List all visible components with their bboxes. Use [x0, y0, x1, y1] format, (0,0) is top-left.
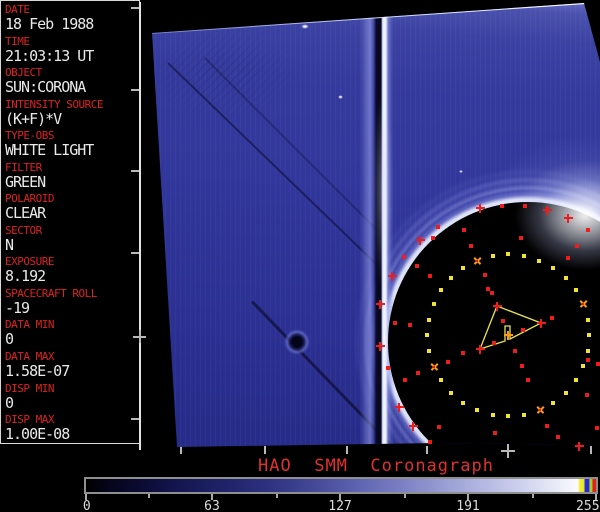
bottom-axis-tick [426, 446, 428, 454]
left-axis-tick [131, 170, 139, 172]
colorbar-tick-label: 127 [328, 499, 352, 512]
metadata-label: FILTER [5, 160, 42, 174]
metadata-value: 8.192 [5, 267, 46, 286]
metadata-label: SPACECRAFT ROLL [5, 286, 97, 300]
metadata-value: WHITE LIGHT [5, 141, 94, 160]
metadata-value: SUN:CORONA [5, 78, 86, 97]
metadata-field: SPACECRAFT ROLL -19 [5, 287, 139, 319]
coronagraph-viewer-window: DATE 18 Feb 1988 TIME 21:03:13 UT OBJECT SUN:… [0, 0, 600, 512]
metadata-value: GREEN [5, 172, 46, 191]
bottom-axis-tick [346, 446, 348, 454]
metadata-value: CLEAR [5, 204, 46, 223]
image-left-axis [139, 2, 141, 450]
metadata-value: 0 [5, 330, 14, 349]
colorbar-minor-tick [404, 494, 406, 498]
star-spot [459, 169, 463, 173]
metadata-label: TIME [5, 34, 30, 48]
star-spot [301, 23, 309, 29]
colorbar-tick-label: 0 [82, 499, 91, 512]
left-axis-tick [131, 418, 139, 420]
metadata-value: 1.00E-08 [5, 425, 70, 444]
left-axis-tick [131, 89, 139, 91]
metadata-field: OBJECT SUN:CORONA [5, 66, 139, 98]
left-axis-tick [131, 252, 139, 254]
metadata-field: DISP MAX 1.00E-08 [5, 413, 139, 445]
colorbar-minor-tick [276, 494, 278, 498]
metadata-label: DISP MIN [5, 381, 54, 395]
bottom-axis-tick [180, 446, 182, 454]
metadata-field: POLAROID CLEAR [5, 192, 139, 224]
metadata-field: TIME 21:03:13 UT [5, 35, 139, 67]
metadata-field: EXPOSURE 8.192 [5, 255, 139, 287]
colorbar-tick-label: 191 [456, 499, 480, 512]
metadata-field: DISP MIN 0 [5, 382, 139, 414]
colorbar-gradient [86, 479, 596, 492]
metadata-field: SECTOR N [5, 224, 139, 256]
colorbar-minor-tick [148, 494, 150, 498]
corner-fringe-texture [152, 26, 300, 121]
bottom-axis-tick [590, 446, 592, 454]
metadata-label: DATA MIN [5, 318, 54, 332]
left-axis-cross [139, 330, 141, 343]
metadata-field: DATA MAX 1.58E-07 [5, 350, 139, 382]
metadata-field: DATA MIN 0 [5, 318, 139, 350]
left-axis-tick [131, 7, 139, 9]
metadata-field: INTENSITY SOURCE (K+F)*V [5, 98, 139, 130]
metadata-value: N [5, 235, 14, 254]
metadata-value: 21:03:13 UT [5, 46, 94, 65]
bottom-axis-tick [264, 446, 266, 454]
metadata-label: SECTOR [5, 223, 42, 237]
bright-bloom [515, 160, 600, 270]
pylon-glow [374, 90, 392, 290]
metadata-value: (K+F)*V [5, 109, 62, 128]
metadata-field: TYPE-OBS WHITE LIGHT [5, 129, 139, 161]
dark-spot-artifact [284, 329, 310, 355]
star-spot [337, 95, 343, 99]
metadata-value: 0 [5, 393, 14, 412]
metadata-value: 1.58E-07 [5, 362, 70, 381]
metadata-field: DATE 18 Feb 1988 [5, 3, 139, 35]
metadata-value: 18 Feb 1988 [5, 15, 94, 33]
metadata-value: -19 [5, 298, 30, 317]
colorbar-tick-label: 255 [576, 499, 600, 512]
pylon-top-bloom [338, 5, 384, 17]
colorbar-tick-label: 63 [204, 499, 220, 512]
colorbar-minor-tick [532, 494, 534, 498]
metadata-label: INTENSITY SOURCE [5, 97, 103, 111]
image-title: HAO SMM Coronagraph [258, 456, 494, 476]
metadata-field: FILTER GREEN [5, 161, 139, 193]
metadata-panel: DATE 18 Feb 1988 TIME 21:03:13 UT OBJECT SUN:… [0, 0, 140, 444]
colorbar-frame [84, 477, 598, 494]
